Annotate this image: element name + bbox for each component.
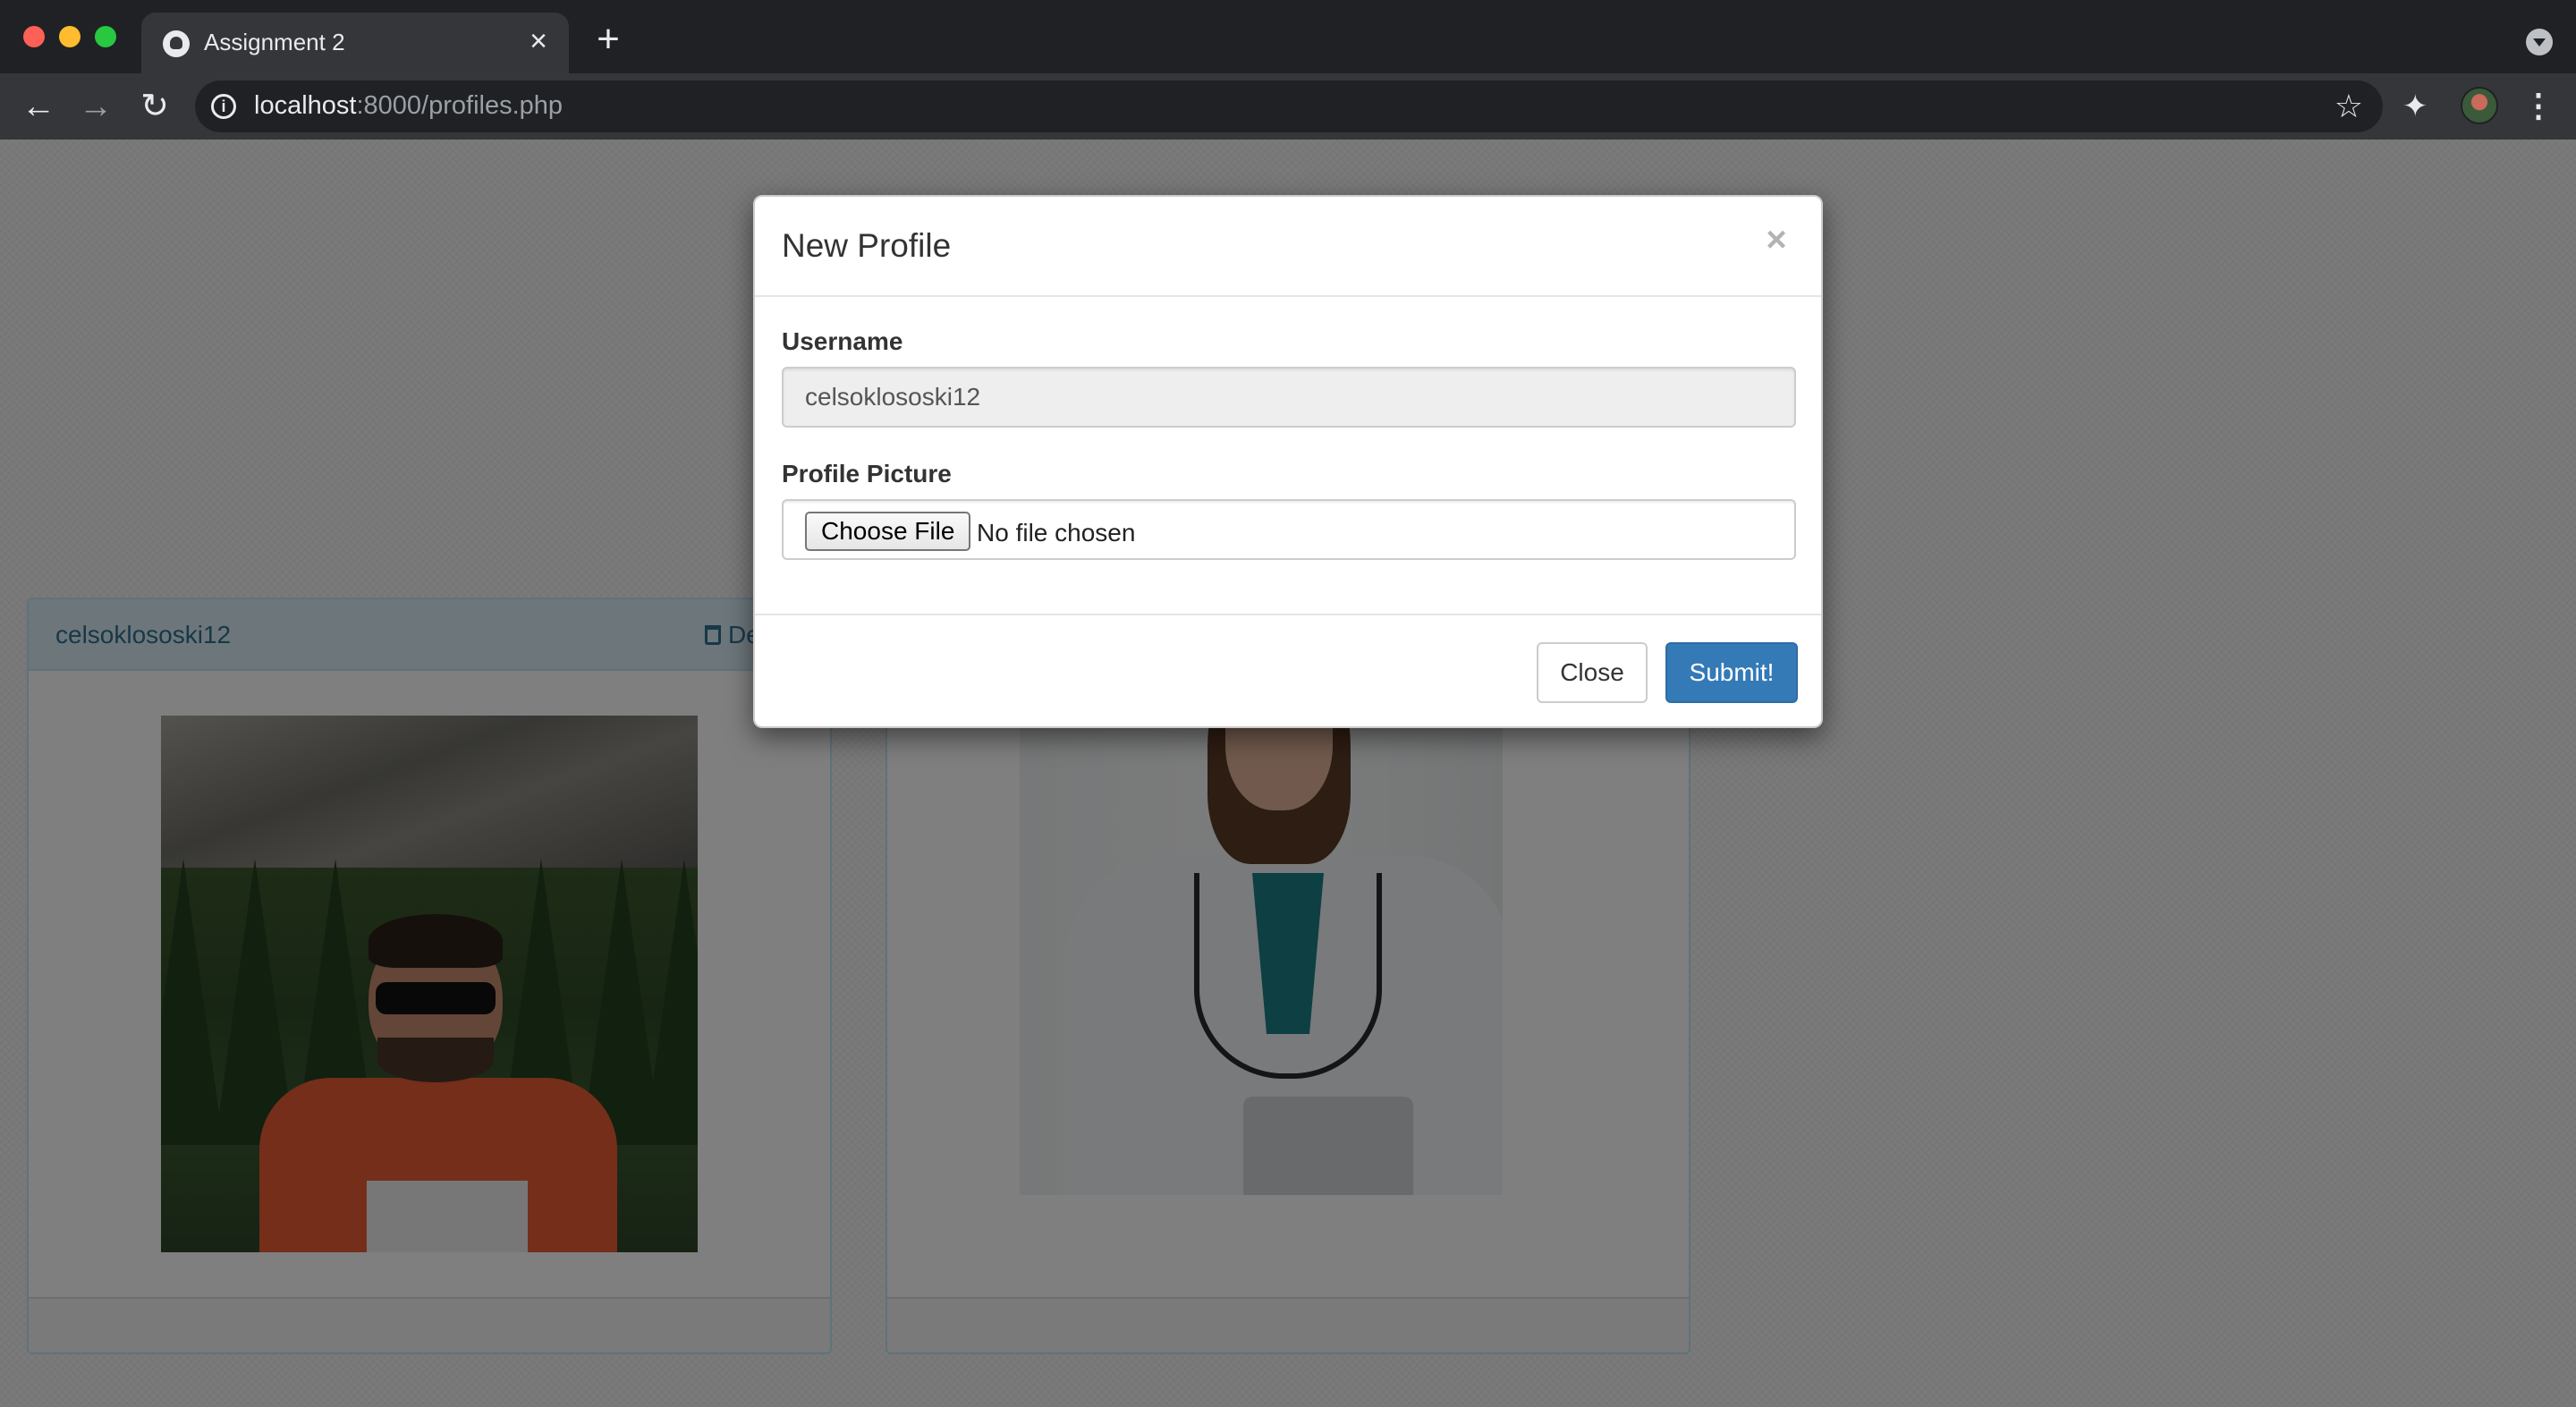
modal-title: New Profile (782, 227, 952, 264)
new-tab-button[interactable]: + (590, 20, 626, 59)
extensions-puzzle-icon[interactable]: ✦ (2402, 91, 2428, 122)
tab-title: Assignment 2 (204, 29, 345, 55)
zoom-window-button[interactable] (95, 26, 116, 47)
site-info-icon[interactable]: i (211, 94, 236, 119)
tab-close-icon[interactable]: × (522, 25, 555, 57)
browser-titlebar: Assignment 2 × + (0, 0, 2576, 73)
url-text[interactable]: localhost:8000/profiles.php (254, 91, 563, 121)
favicon-icon (163, 30, 190, 57)
reload-button[interactable]: ↻ (134, 86, 175, 127)
browser-menu-icon[interactable]: ⋮ (2522, 88, 2555, 125)
username-input[interactable] (782, 367, 1796, 428)
profile-avatar[interactable] (2461, 87, 2498, 124)
close-button[interactable]: Close (1537, 642, 1648, 703)
choose-file-button[interactable]: Choose File (805, 512, 971, 551)
browser-toolbar: ← → ↻ i localhost:8000/profiles.php ☆ ✦ … (0, 73, 2576, 140)
profile-picture-input[interactable]: Choose File No file chosen (782, 499, 1796, 560)
file-status-text: No file chosen (977, 519, 1136, 547)
bookmark-star-icon[interactable]: ☆ (2334, 89, 2363, 124)
tab-search-icon[interactable] (2526, 29, 2553, 55)
forward-button[interactable]: → (75, 86, 116, 127)
url-path: :8000/profiles.php (356, 91, 564, 120)
submit-button[interactable]: Submit! (1665, 642, 1798, 703)
back-button[interactable]: ← (18, 86, 59, 127)
address-bar[interactable]: i localhost:8000/profiles.php ☆ (195, 81, 2383, 132)
new-profile-modal: New Profile × Username Profile Picture C… (753, 195, 1823, 728)
close-window-button[interactable] (23, 26, 45, 47)
modal-header: New Profile × (755, 197, 1821, 297)
modal-footer-divider (755, 614, 1821, 615)
url-host: localhost (254, 91, 357, 120)
profile-picture-label: Profile Picture (782, 460, 952, 487)
browser-tab[interactable]: Assignment 2 × (141, 13, 569, 73)
modal-close-icon[interactable]: × (1758, 222, 1794, 258)
username-label: Username (782, 327, 903, 355)
minimize-window-button[interactable] (59, 26, 80, 47)
